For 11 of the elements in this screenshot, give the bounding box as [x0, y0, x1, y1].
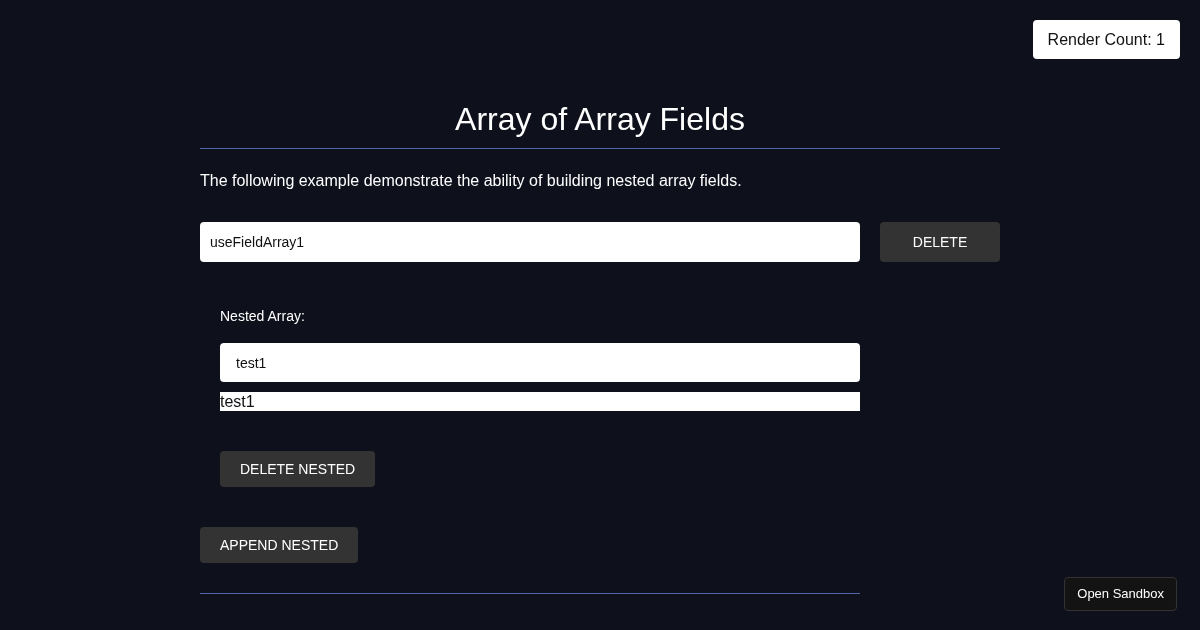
nested-text-field[interactable]: test1: [220, 343, 860, 382]
open-sandbox-button[interactable]: Open Sandbox: [1064, 577, 1177, 611]
render-count: Render Count: 1: [1032, 20, 1180, 59]
plain-text-field[interactable]: test1: [220, 392, 860, 411]
page-title: Array of Array Fields: [454, 100, 746, 138]
append-nested-button[interactable]: APPEND NESTED: [200, 527, 359, 563]
delete-button[interactable]: DELETE: [880, 222, 1000, 262]
delete-nested-button[interactable]: DELETE NESTED: [220, 451, 376, 487]
nested-array-label: Nested Array:: [220, 308, 306, 324]
description-text: The following example demonstrate the ability of building nested array fields.: [200, 171, 743, 191]
text-field[interactable]: useFieldArray1: [200, 222, 860, 262]
